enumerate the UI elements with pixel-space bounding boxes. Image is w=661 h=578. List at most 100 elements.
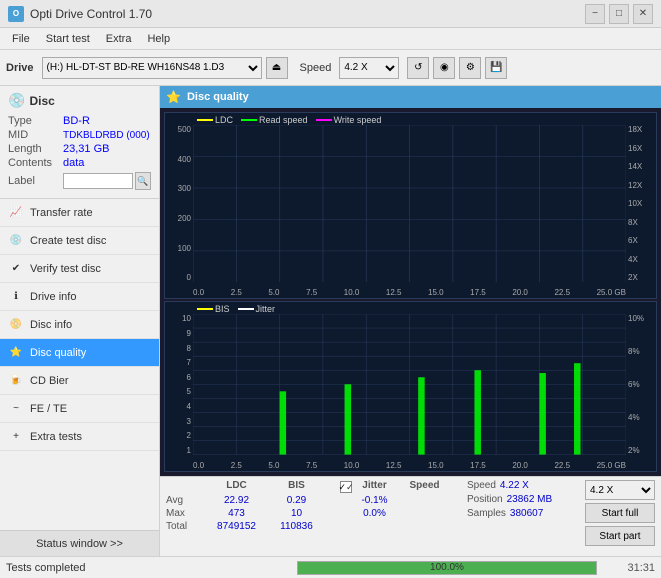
contents-label: Contents — [8, 157, 63, 169]
sidebar-item-label-cd-bier: CD Bier — [30, 375, 69, 387]
sidebar-item-fe-te[interactable]: ~ FE / TE — [0, 395, 159, 423]
drive-label: Drive — [6, 62, 34, 74]
minimize-button[interactable]: − — [585, 4, 605, 24]
read-speed-legend-item: Read speed — [241, 115, 308, 125]
cd-bier-icon: 🍺 — [8, 373, 24, 389]
titlebar: O Opti Drive Control 1.70 − □ ✕ — [0, 0, 661, 28]
close-button[interactable]: ✕ — [633, 4, 653, 24]
settings-icon[interactable]: ⚙ — [459, 57, 481, 79]
start-full-button[interactable]: Start full — [585, 503, 655, 523]
sidebar-item-extra-tests[interactable]: + Extra tests — [0, 423, 159, 451]
max-ldc: 473 — [204, 508, 269, 519]
disc-icon: 💿 — [8, 92, 25, 109]
save-icon[interactable]: 💾 — [485, 57, 507, 79]
elapsed-time: 31:31 — [605, 562, 655, 574]
sidebar-item-disc-quality[interactable]: ⭐ Disc quality — [0, 339, 159, 367]
sidebar-item-transfer-rate[interactable]: 📈 Transfer rate — [0, 199, 159, 227]
menu-file[interactable]: File — [4, 31, 38, 47]
total-label: Total — [166, 521, 204, 532]
sidebar-item-drive-info[interactable]: ℹ Drive info — [0, 283, 159, 311]
avg-jitter: -0.1% — [352, 495, 397, 506]
chart1-svg — [193, 125, 626, 282]
length-label: Length — [8, 143, 63, 155]
create-test-disc-icon: 💿 — [8, 233, 24, 249]
speed-stat-header: Speed — [397, 480, 452, 493]
content-area: ⭐ Disc quality LDC Read speed — [160, 86, 661, 556]
app-icon: O — [8, 6, 24, 22]
verify-test-disc-icon: ✔ — [8, 261, 24, 277]
menu-extra[interactable]: Extra — [98, 31, 140, 47]
sidebar-item-label-fe-te: FE / TE — [30, 403, 67, 415]
samples-value: 380607 — [510, 508, 543, 519]
menu-help[interactable]: Help — [139, 31, 178, 47]
mid-value: TDKBLDRBD (000) — [63, 130, 150, 141]
speed-stat-value: 4.22 X — [500, 480, 529, 491]
type-value: BD-R — [63, 115, 90, 127]
chart1-yr-12x: 12X — [628, 181, 642, 190]
speed-stat-label: Speed — [467, 480, 496, 491]
total-bis: 110836 — [269, 521, 324, 532]
avg-ldc: 22.92 — [204, 495, 269, 506]
disc-quality-icon: ⭐ — [8, 345, 24, 361]
ldc-legend-item: LDC — [197, 115, 233, 125]
chart1-legend: LDC Read speed Write speed — [197, 115, 381, 125]
read-speed-legend-color — [241, 119, 257, 121]
progress-bar: 100.0% — [297, 561, 597, 575]
avg-bis: 0.29 — [269, 495, 324, 506]
window-controls: − □ ✕ — [585, 4, 653, 24]
jitter-legend-color — [238, 308, 254, 310]
maximize-button[interactable]: □ — [609, 4, 629, 24]
stats-header-row: LDC BIS ✓ Jitter Speed — [166, 480, 459, 493]
sidebar-item-label-disc-info: Disc info — [30, 319, 72, 331]
disc-panel: 💿 Disc Type BD-R MID TDKBLDRBD (000) Len… — [0, 86, 159, 199]
write-speed-legend-item: Write speed — [316, 115, 382, 125]
app-title: Opti Drive Control 1.70 — [30, 7, 152, 21]
status-text: Tests completed — [6, 562, 289, 574]
transfer-rate-icon: 📈 — [8, 205, 24, 221]
label-edit-button[interactable]: 🔍 — [135, 172, 151, 190]
charts-area: LDC Read speed Write speed — [160, 108, 661, 476]
bis-legend-label: BIS — [215, 304, 230, 314]
sidebar-item-create-test-disc[interactable]: 💿 Create test disc — [0, 227, 159, 255]
label-input[interactable] — [63, 173, 133, 189]
speed-select[interactable]: 4.2 X — [339, 57, 399, 79]
chart1-y-200: 200 — [178, 214, 191, 223]
stats-total-row: Total 8749152 110836 — [166, 521, 459, 532]
fe-te-icon: ~ — [8, 401, 24, 417]
status-window-button[interactable]: Status window >> — [0, 530, 159, 556]
chart1-x-labels: 0.0 2.5 5.0 7.5 10.0 12.5 15.0 17.5 20.0… — [193, 288, 626, 297]
disc-info-icon: 📀 — [8, 317, 24, 333]
start-part-button[interactable]: Start part — [585, 526, 655, 546]
samples-row: Samples 380607 — [467, 508, 577, 519]
write-speed-legend-label: Write speed — [334, 115, 382, 125]
progress-text: 100.0% — [298, 562, 596, 574]
chart1-yr-18x: 18X — [628, 125, 642, 134]
menu-start-test[interactable]: Start test — [38, 31, 98, 47]
eject-button[interactable]: ⏏ — [266, 57, 288, 79]
record-icon[interactable]: ◉ — [433, 57, 455, 79]
stats-table: LDC BIS ✓ Jitter Speed Avg 22.92 0.29 -0… — [166, 480, 459, 532]
speed-select-stats[interactable]: 4.2 X — [585, 480, 655, 500]
samples-label: Samples — [467, 508, 506, 519]
sidebar-menu: 📈 Transfer rate 💿 Create test disc ✔ Ver… — [0, 199, 159, 530]
chart1-yr-16x: 16X — [628, 144, 642, 153]
chart2-svg — [193, 314, 626, 455]
sidebar-item-label-extra-tests: Extra tests — [30, 431, 82, 443]
bis-legend-item: BIS — [197, 304, 230, 314]
jitter-checkbox[interactable]: ✓ — [340, 481, 352, 493]
refresh-icon[interactable]: ↺ — [407, 57, 429, 79]
sidebar-item-verify-test-disc[interactable]: ✔ Verify test disc — [0, 255, 159, 283]
drive-select[interactable]: (H:) HL-DT-ST BD-RE WH16NS48 1.D3 — [42, 57, 262, 79]
statusbar: Tests completed 100.0% 31:31 — [0, 556, 661, 578]
toolbar: Drive (H:) HL-DT-ST BD-RE WH16NS48 1.D3 … — [0, 50, 661, 86]
chart1-yr-4x: 4X — [628, 255, 638, 264]
disc-quality-title: Disc quality — [187, 91, 249, 103]
drive-info-icon: ℹ — [8, 289, 24, 305]
speed-stat-row: Speed 4.22 X — [467, 480, 577, 491]
sidebar-item-cd-bier[interactable]: 🍺 CD Bier — [0, 367, 159, 395]
chart1-y-300: 300 — [178, 184, 191, 193]
chart2-legend: BIS Jitter — [197, 304, 275, 314]
sidebar-item-label-drive-info: Drive info — [30, 291, 76, 303]
sidebar-item-disc-info[interactable]: 📀 Disc info — [0, 311, 159, 339]
stats-avg-row: Avg 22.92 0.29 -0.1% — [166, 495, 459, 506]
